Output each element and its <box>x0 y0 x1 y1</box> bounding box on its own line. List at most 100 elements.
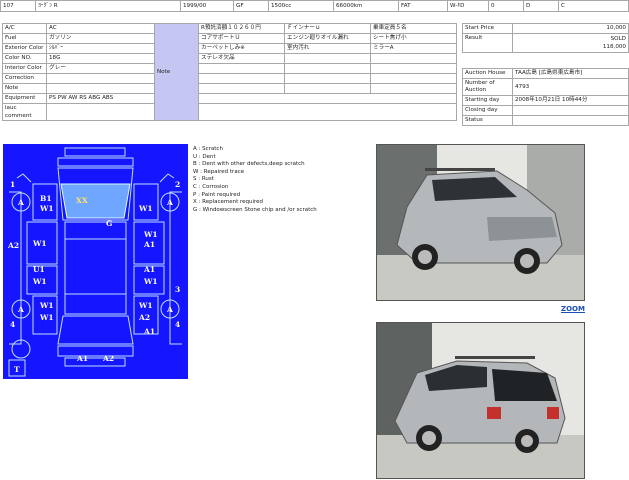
wheel-rr-label: A <box>166 305 173 314</box>
mileage: 66000km <box>333 0 399 12</box>
car-front-image <box>377 145 584 300</box>
score: 0 <box>488 0 524 12</box>
corner-3-label: 3 <box>175 285 180 294</box>
auction-table: Auction House TAA広島 [広島県東広島市] Number of … <box>462 68 629 126</box>
comment-label: lauc comment <box>2 103 47 121</box>
inspection-sheet: 1 2 3 4 4 T A A A A B1 W1 XX G W1 A2 W1 … <box>3 144 188 379</box>
grade: W-ｷD <box>447 0 489 12</box>
note2-2: エンジン廻りオイル漏れ <box>284 33 371 44</box>
legend-a: A : Scratch <box>193 146 223 152</box>
mark-u1: U1 <box>33 265 45 274</box>
int-grade: C <box>558 0 629 12</box>
legend-b: B : Dent with other defects,deep scratch <box>193 161 305 168</box>
note-mid-label: Note <box>157 68 171 75</box>
mark-a1-d: A1 <box>76 354 88 363</box>
mark-w1-c: W1 <box>32 239 47 248</box>
correction-label: Correction <box>2 73 47 84</box>
note-1: R預託済額１０２６０円 <box>198 23 285 34</box>
color-no-value: 18G <box>46 53 155 64</box>
legend-c: C : Corrosion <box>193 183 229 190</box>
fuel-label: Fuel <box>2 33 47 44</box>
wheel-fl-label: A <box>17 198 24 207</box>
ext-color-label: Exterior Color <box>2 43 47 54</box>
spec-table: A/C AC Note R預託済額１０２６０円 Ｆインナーｕ 乗車定員５名 Fu… <box>2 23 457 121</box>
note-3: カーペットしみ※ <box>198 43 285 54</box>
mark-a1-b: A1 <box>143 240 155 249</box>
mark-w1-d: W1 <box>143 230 158 239</box>
car-photo-front[interactable] <box>376 144 585 301</box>
mark-w1-h: W1 <box>138 301 153 310</box>
mark-a1-c: A1 <box>143 265 155 274</box>
starting-day-label: Starting day <box>462 95 513 106</box>
result-status: SOLD <box>610 36 626 42</box>
corner-4b-label: 4 <box>175 320 180 329</box>
chassis: GF <box>233 0 269 12</box>
color-no-label: Color NO. <box>2 53 47 64</box>
corner-2-label: 2 <box>175 180 180 189</box>
mark-w1-e: W1 <box>32 277 47 286</box>
auction-number-label: Number of Auction <box>462 78 513 96</box>
mark-a1-a: A1 <box>143 327 155 336</box>
ac-label: A/C <box>2 23 47 34</box>
corner-1-label: 1 <box>10 180 15 189</box>
start-price-value: 10,000 <box>512 23 629 34</box>
result-price: 118,000 <box>602 44 626 50</box>
note3-3: ミラーA <box>370 43 457 54</box>
note2-3: 室内汚れ <box>284 43 371 54</box>
note-2: コアサポートＵ <box>198 33 285 44</box>
note-4: ステレオ欠品 <box>198 53 285 64</box>
zoom-link[interactable]: ZOOM <box>561 305 585 313</box>
wheel-rl-label: A <box>17 305 24 314</box>
note2-1: Ｆインナーｕ <box>284 23 371 34</box>
lot-number: 107 <box>0 0 36 12</box>
status-value <box>512 115 629 126</box>
damage-legend: A : Scratch U : Dent B : Dent with other… <box>193 146 317 214</box>
spare-t-label: T <box>14 365 20 374</box>
mark-a2-b: A2 <box>138 313 150 322</box>
mark-w1-b: W1 <box>138 204 153 213</box>
starting-day-value: 2008年10月21日 10時44分 <box>512 95 629 106</box>
auction-house-value: TAA広島 [広島県東広島市] <box>512 68 629 79</box>
transmission: FAT <box>398 0 448 12</box>
wheel-fr-label: A <box>166 198 173 207</box>
top-strip: 107 ﾖｰｸﾞﾝ R 1999/00 GF 1500cc 66000km FA… <box>0 0 629 12</box>
car-rear-image <box>377 323 584 478</box>
mark-w1-a: W1 <box>39 204 54 213</box>
mark-b1: B1 <box>40 194 52 203</box>
model-name: ﾖｰｸﾞﾝ R <box>35 0 181 12</box>
result-value: SOLD 118,000 <box>512 33 629 53</box>
fuel-value: ガソリン <box>46 33 155 44</box>
equipment-label: Equipment <box>2 93 47 104</box>
mark-g: G <box>106 219 112 228</box>
auction-number-value: 4793 <box>512 78 629 96</box>
legend-w: W : Repaired trace <box>193 168 245 175</box>
legend-s: S : Rust <box>193 176 214 183</box>
status-label: Status <box>462 115 513 126</box>
price-table: Start Price 10,000 Result SOLD 118,000 <box>462 23 629 53</box>
ext-grade: D <box>523 0 559 12</box>
mark-w1-g: W1 <box>39 301 54 310</box>
comment-value <box>46 103 457 121</box>
car-photo-rear[interactable] <box>376 322 585 479</box>
ac-value: AC <box>46 23 155 34</box>
mark-w1-i: W1 <box>39 313 54 322</box>
corner-4-label: 4 <box>10 320 15 329</box>
note-label: Note <box>2 83 47 94</box>
closing-day-label: Closing day <box>462 105 513 116</box>
ext-color-value: ｼﾙﾊﾞｰ <box>46 43 155 54</box>
legend-x: X : Replacement required <box>193 199 264 206</box>
car-diagram: 1 2 3 4 4 T A A A A B1 W1 XX G W1 A2 W1 … <box>7 147 182 377</box>
start-price-label: Start Price <box>462 23 513 34</box>
note3-2: シート焦げ小 <box>370 33 457 44</box>
auction-house-label: Auction House <box>462 68 513 79</box>
year: 1999/00 <box>180 0 234 12</box>
closing-day-value <box>512 105 629 116</box>
legend-g: G : Windowscreen Stone chip and /or scra… <box>193 206 317 213</box>
int-color-value: グレー <box>46 63 155 74</box>
legend-u: U : Dent <box>193 153 216 160</box>
note3-1: 乗車定員５名 <box>370 23 457 34</box>
result-label: Result <box>462 33 513 53</box>
mark-a2-a: A2 <box>7 241 19 250</box>
equipment-value: PS PW AW RS ABG ABS <box>46 93 457 104</box>
legend-p: P : Paint required <box>193 191 241 198</box>
